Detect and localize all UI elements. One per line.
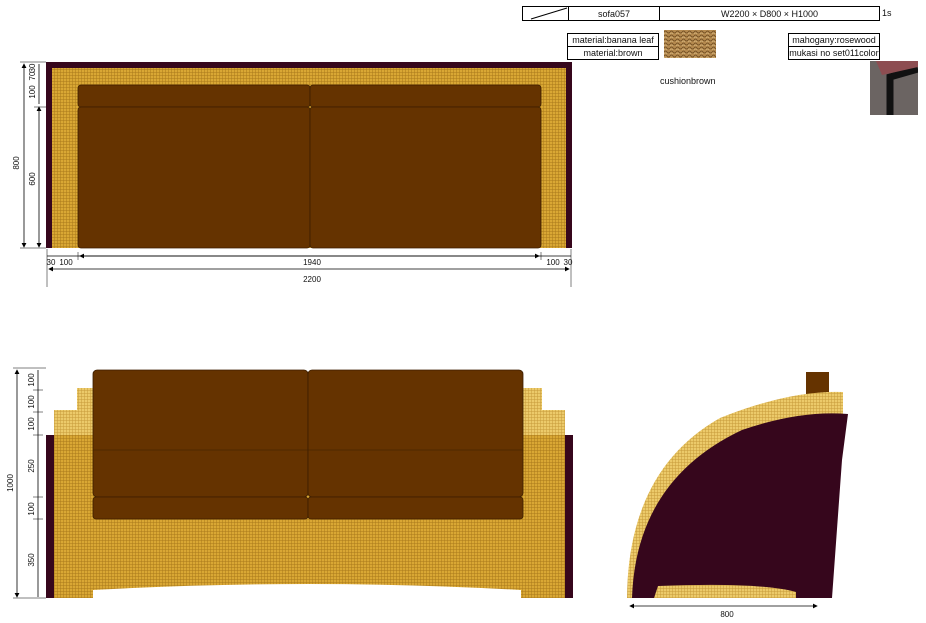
plan-width-total: 2200	[303, 275, 321, 284]
plan-depth-seat: 600	[28, 172, 37, 186]
plan-depth-30: 30	[28, 63, 37, 72]
plan-back-cushion-left	[77, 84, 311, 108]
plan-seat-cushion-left	[77, 106, 311, 249]
plan-depth-total: 800	[12, 156, 21, 170]
plan-back-cushion-right	[309, 84, 542, 108]
front-seat-cushion-right	[307, 496, 524, 520]
plan-width-30-left: 30	[47, 258, 56, 267]
plan-seat-cushion-right	[309, 106, 542, 249]
front-right-arm	[523, 388, 565, 435]
front-height-100-c: 100	[27, 417, 36, 431]
plan-width-100-left: 100	[59, 258, 73, 267]
plan-width-100-right: 100	[546, 258, 560, 267]
front-height-100-b: 100	[27, 395, 36, 409]
side-frame	[632, 413, 848, 598]
plan-depth-100: 100	[28, 85, 37, 99]
side-depth-total: 800	[720, 610, 734, 619]
front-frame-right	[565, 435, 573, 598]
front-height-100-d: 100	[27, 502, 36, 516]
plan-width-inner: 1940	[303, 258, 321, 267]
front-back-cushion-left	[92, 369, 309, 498]
front-height-100-a: 100	[27, 373, 36, 387]
front-seat-cushion-left	[92, 496, 309, 520]
front-back-cushion-right	[307, 369, 524, 498]
front-height-350: 350	[27, 553, 36, 567]
front-left-arm	[54, 388, 94, 435]
plan-view: 800 600 100 70 30 30 100 1940 100 30 220…	[12, 61, 573, 287]
front-frame-left	[46, 435, 54, 598]
side-view: 800	[627, 372, 848, 619]
sofa-drawing: 800 600 100 70 30 30 100 1940 100 30 220…	[6, 61, 848, 619]
plan-width-30-right: 30	[564, 258, 573, 267]
front-height-total: 1000	[6, 474, 15, 492]
front-height-250: 250	[27, 459, 36, 473]
front-view: 1000 100 100 100 250 100 350	[6, 367, 573, 599]
